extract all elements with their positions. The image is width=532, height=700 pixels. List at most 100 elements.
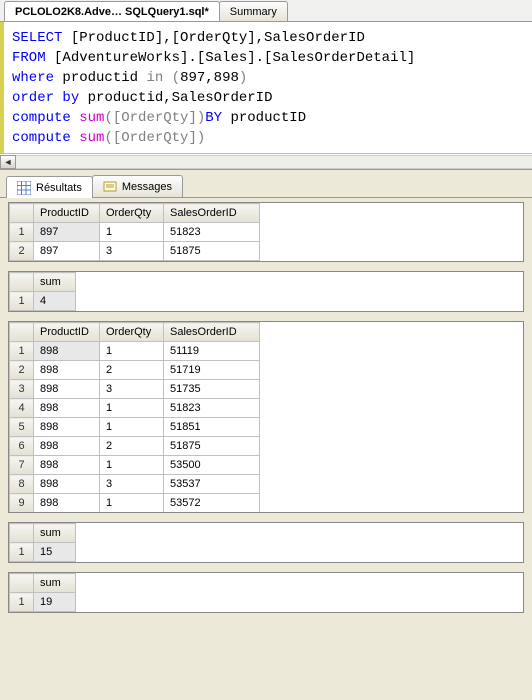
- row-header[interactable]: 1: [10, 543, 34, 562]
- row-header[interactable]: 3: [10, 380, 34, 399]
- table-row[interactable]: 3898351735: [10, 380, 260, 399]
- row-header[interactable]: 1: [10, 593, 34, 612]
- grid-table[interactable]: ProductID OrderQty SalesOrderID 18981511…: [9, 322, 260, 512]
- sql-text: ): [239, 70, 247, 86]
- kw-compute: compute: [12, 110, 71, 126]
- table-row[interactable]: 7898153500: [10, 456, 260, 475]
- row-header[interactable]: 8: [10, 475, 34, 494]
- cell[interactable]: 898: [34, 456, 100, 475]
- kw-compute2: compute: [12, 130, 71, 146]
- table-row[interactable]: 1 15: [10, 543, 76, 562]
- row-header[interactable]: 5: [10, 418, 34, 437]
- cell[interactable]: 3: [100, 380, 164, 399]
- cell[interactable]: 53572: [164, 494, 260, 513]
- table-row[interactable]: 1 897 1 51823: [10, 223, 260, 242]
- cell[interactable]: 898: [34, 437, 100, 456]
- corner-cell[interactable]: [10, 273, 34, 292]
- corner-cell[interactable]: [10, 323, 34, 342]
- corner-cell[interactable]: [10, 204, 34, 223]
- cell[interactable]: 51823: [164, 399, 260, 418]
- cell[interactable]: 3: [100, 242, 164, 261]
- col-sum[interactable]: sum: [34, 574, 76, 593]
- cell[interactable]: 53500: [164, 456, 260, 475]
- table-row[interactable]: 1 19: [10, 593, 76, 612]
- editor-hscrollbar[interactable]: ◄: [0, 154, 532, 170]
- cell[interactable]: 15: [34, 543, 76, 562]
- row-header[interactable]: 9: [10, 494, 34, 513]
- row-header[interactable]: 4: [10, 399, 34, 418]
- row-header[interactable]: 6: [10, 437, 34, 456]
- table-row[interactable]: 1 4: [10, 292, 76, 311]
- corner-cell[interactable]: [10, 524, 34, 543]
- grid-table[interactable]: sum 1 15: [9, 523, 76, 562]
- cell[interactable]: 51875: [164, 437, 260, 456]
- scroll-left-button[interactable]: ◄: [0, 155, 16, 169]
- row-header[interactable]: 7: [10, 456, 34, 475]
- cell[interactable]: 897: [34, 223, 100, 242]
- cell[interactable]: 898: [34, 399, 100, 418]
- tab-sql-file[interactable]: PCLOLO2K8.Adve… SQLQuery1.sql*: [4, 1, 220, 21]
- tab-summary[interactable]: Summary: [219, 1, 288, 21]
- cell[interactable]: 1: [100, 418, 164, 437]
- col-salesorderid[interactable]: SalesOrderID: [164, 204, 260, 223]
- corner-cell[interactable]: [10, 574, 34, 593]
- cell[interactable]: 2: [100, 361, 164, 380]
- col-orderqty[interactable]: OrderQty: [100, 323, 164, 342]
- grid-table[interactable]: sum 1 19: [9, 573, 76, 612]
- cell[interactable]: 898: [34, 361, 100, 380]
- col-productid[interactable]: ProductID: [34, 204, 100, 223]
- table-row[interactable]: 8898353537: [10, 475, 260, 494]
- col-productid[interactable]: ProductID: [34, 323, 100, 342]
- col-sum[interactable]: sum: [34, 524, 76, 543]
- row-header[interactable]: 2: [10, 242, 34, 261]
- cell[interactable]: 1: [100, 342, 164, 361]
- cell[interactable]: 1: [100, 456, 164, 475]
- table-row[interactable]: 2898251719: [10, 361, 260, 380]
- col-orderqty[interactable]: OrderQty: [100, 204, 164, 223]
- table-row[interactable]: 6898251875: [10, 437, 260, 456]
- scroll-track[interactable]: [16, 155, 532, 169]
- cell[interactable]: 4: [34, 292, 76, 311]
- cell[interactable]: 898: [34, 342, 100, 361]
- result-sum-1: sum 1 4: [8, 271, 524, 312]
- cell[interactable]: 1: [100, 494, 164, 513]
- table-row[interactable]: 9898153572: [10, 494, 260, 513]
- table-row[interactable]: 2 897 3 51875: [10, 242, 260, 261]
- cell[interactable]: 51119: [164, 342, 260, 361]
- cell[interactable]: 51875: [164, 242, 260, 261]
- cell[interactable]: 898: [34, 475, 100, 494]
- sql-text: [AdventureWorks].[Sales].[SalesOrderDeta…: [46, 50, 416, 66]
- cell[interactable]: 19: [34, 593, 76, 612]
- cell[interactable]: 3: [100, 475, 164, 494]
- cell[interactable]: 2: [100, 437, 164, 456]
- row-header[interactable]: 1: [10, 292, 34, 311]
- cell[interactable]: 897: [34, 242, 100, 261]
- cell[interactable]: 51735: [164, 380, 260, 399]
- cell[interactable]: 51851: [164, 418, 260, 437]
- cell[interactable]: 898: [34, 418, 100, 437]
- row-header[interactable]: 1: [10, 342, 34, 361]
- cell[interactable]: 51719: [164, 361, 260, 380]
- cell[interactable]: 898: [34, 380, 100, 399]
- col-sum[interactable]: sum: [34, 273, 76, 292]
- col-salesorderid[interactable]: SalesOrderID: [164, 323, 260, 342]
- sql-editor[interactable]: SELECT [ProductID],[OrderQty],SalesOrder…: [0, 22, 532, 154]
- document-tabs: PCLOLO2K8.Adve… SQLQuery1.sql* Summary: [0, 0, 532, 22]
- row-header[interactable]: 2: [10, 361, 34, 380]
- cell[interactable]: 53537: [164, 475, 260, 494]
- grid-table[interactable]: ProductID OrderQty SalesOrderID 1 897 1 …: [9, 203, 260, 261]
- tab-messages[interactable]: Messages: [92, 175, 183, 197]
- row-header[interactable]: 1: [10, 223, 34, 242]
- table-row[interactable]: 5898151851: [10, 418, 260, 437]
- table-row[interactable]: 1898151119: [10, 342, 260, 361]
- header-row: sum: [10, 574, 76, 593]
- cell[interactable]: 51823: [164, 223, 260, 242]
- grid-table[interactable]: sum 1 4: [9, 272, 76, 311]
- header-row: ProductID OrderQty SalesOrderID: [10, 204, 260, 223]
- table-row[interactable]: 4898151823: [10, 399, 260, 418]
- cell[interactable]: 1: [100, 223, 164, 242]
- cell[interactable]: 898: [34, 494, 100, 513]
- tab-summary-label: Summary: [230, 6, 277, 18]
- cell[interactable]: 1: [100, 399, 164, 418]
- tab-results[interactable]: Résultats: [6, 176, 93, 198]
